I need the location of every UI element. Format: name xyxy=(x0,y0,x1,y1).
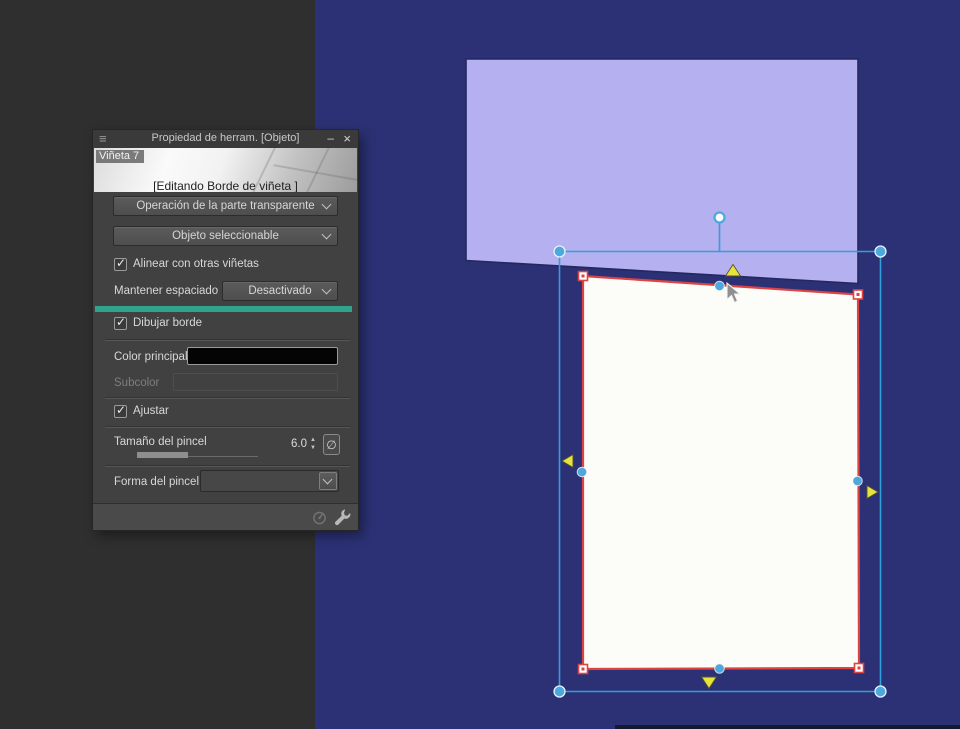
frame-edge-handle-top[interactable] xyxy=(714,280,725,292)
tool-settings-button[interactable] xyxy=(333,508,351,526)
checkmark-icon: ✓ xyxy=(116,403,127,417)
bbox-handle-bottom-left[interactable] xyxy=(553,685,566,698)
tool-preview: Viñeta 7 [Editando Borde de viñeta ] xyxy=(94,148,357,192)
pressure-disabled-button[interactable]: ∅ xyxy=(323,434,340,455)
spinner-down-icon[interactable]: ▼ xyxy=(310,445,316,451)
divider xyxy=(105,466,350,467)
dropdown-label: Objeto seleccionable xyxy=(172,230,279,242)
editing-status-text: [Editando Borde de viñeta ] xyxy=(153,179,298,192)
draw-border-label: Dibujar borde xyxy=(133,317,203,329)
frame-corner-handle-bottom-left[interactable] xyxy=(577,663,589,675)
brush-size-spinner: ▲ ▼ xyxy=(310,436,318,452)
chevron-down-icon xyxy=(322,474,333,485)
brush-size-label: Tamaño del pincel xyxy=(114,436,207,448)
minimize-button[interactable]: – xyxy=(327,131,334,145)
keep-spacing-label: Mantener espaciado xyxy=(114,285,219,297)
chevron-down-icon xyxy=(321,284,332,295)
draw-border-checkbox[interactable]: ✓ xyxy=(114,315,127,330)
close-button[interactable]: × xyxy=(343,131,351,146)
keep-spacing-dropdown[interactable]: Desactivado xyxy=(222,281,338,301)
align-frames-checkbox[interactable]: ✓ xyxy=(114,256,127,271)
bbox-handle-top-right[interactable] xyxy=(874,245,887,258)
frame-edge-handle-right[interactable] xyxy=(852,475,863,487)
brush-shape-label: Forma del pincel xyxy=(114,476,200,488)
dropdown-label: Operación de la parte transparente xyxy=(136,200,315,212)
divider xyxy=(105,398,350,399)
dial-center-icon xyxy=(318,516,321,519)
brush-size-slider[interactable] xyxy=(137,452,258,458)
subcolor-swatch xyxy=(173,373,338,391)
frame-edge-handle-left[interactable] xyxy=(576,466,588,478)
main-color-swatch[interactable] xyxy=(187,347,338,365)
subcolor-label: Subcolor xyxy=(114,377,160,389)
rotation-handle[interactable] xyxy=(713,211,726,224)
chevron-down-icon xyxy=(321,229,332,240)
page-bottom-edge xyxy=(615,725,960,729)
wrench-icon xyxy=(335,509,351,526)
register-defaults-button[interactable] xyxy=(312,510,327,525)
checkmark-icon: ✓ xyxy=(116,256,127,270)
comic-frame-upper[interactable] xyxy=(465,58,859,285)
application-window: ≡ Propiedad de herram. [Objeto] – × Viñe… xyxy=(0,0,960,729)
spinner-up-icon[interactable]: ▲ xyxy=(310,437,316,443)
tool-property-panel: ≡ Propiedad de herram. [Objeto] – × Viñe… xyxy=(93,130,358,530)
brush-shape-dropdown[interactable] xyxy=(200,470,339,492)
frame-edge-handle-bottom[interactable] xyxy=(714,663,725,674)
dropdown-expand-button[interactable] xyxy=(319,472,337,490)
bbox-handle-bottom-right[interactable] xyxy=(874,685,887,698)
panel-titlebar[interactable]: ≡ Propiedad de herram. [Objeto] – × xyxy=(93,130,358,148)
main-color-label: Color principal xyxy=(114,351,188,363)
panel-footer xyxy=(93,503,358,530)
section-accent-divider xyxy=(95,306,352,312)
divider xyxy=(105,427,350,428)
slider-fill xyxy=(137,452,188,458)
checkmark-icon: ✓ xyxy=(116,315,127,329)
no-entry-icon: ∅ xyxy=(326,437,337,452)
frame-corner-handle-top-right[interactable] xyxy=(852,289,864,300)
brush-size-value[interactable]: 6.0 xyxy=(281,438,307,450)
panel-title: Propiedad de herram. [Objeto] xyxy=(151,132,300,144)
comic-frame-selected[interactable] xyxy=(581,274,861,671)
transparent-operation-dropdown[interactable]: Operación de la parte transparente xyxy=(113,196,338,216)
frame-corner-handle-bottom-right[interactable] xyxy=(853,662,865,674)
frame-name-badge: Viñeta 7 xyxy=(96,150,145,163)
dropdown-value: Desactivado xyxy=(248,285,312,297)
frame-corner-handle-top-left[interactable] xyxy=(577,270,589,282)
chevron-down-icon xyxy=(321,199,332,210)
align-frames-label: Alinear con otras viñetas xyxy=(133,258,259,270)
bbox-handle-top-left[interactable] xyxy=(553,245,566,258)
divider xyxy=(105,340,350,341)
selectable-object-dropdown[interactable]: Objeto seleccionable xyxy=(113,226,338,246)
snap-checkbox[interactable]: ✓ xyxy=(114,403,127,418)
snap-label: Ajustar xyxy=(133,405,169,417)
